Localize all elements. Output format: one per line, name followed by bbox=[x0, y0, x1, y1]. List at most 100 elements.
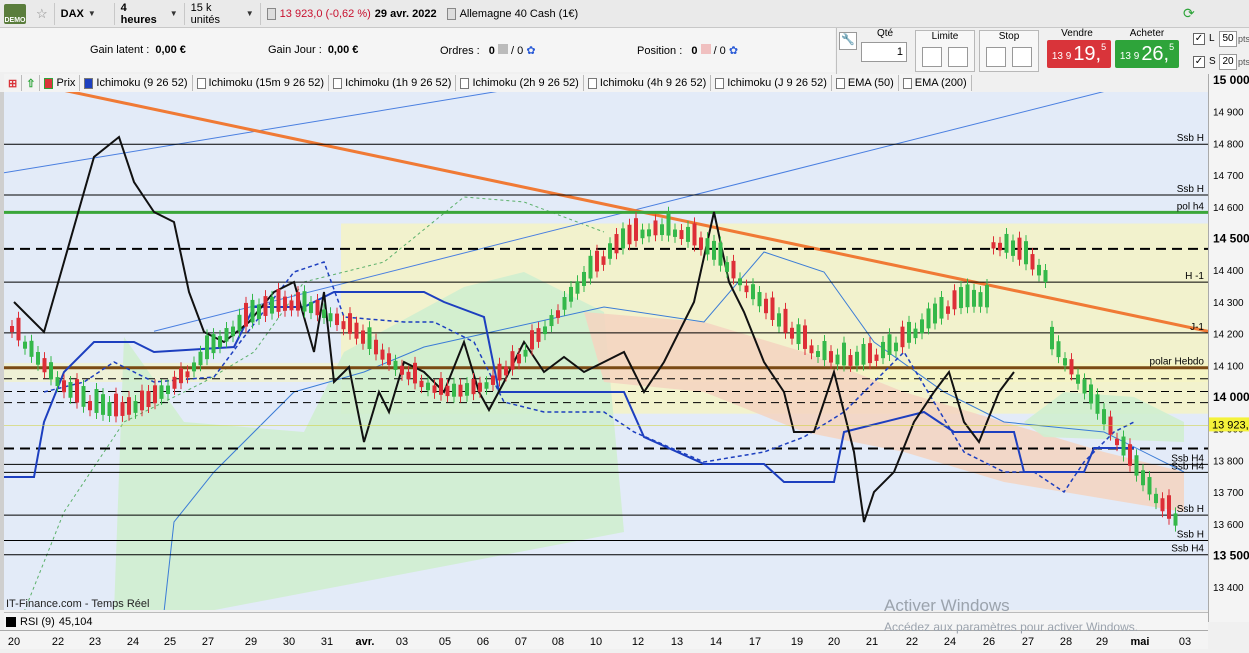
legend-item-ichimoku-15m[interactable]: Ichimoku (15m 9 26 52) bbox=[193, 75, 330, 91]
l-checkbox[interactable]: ✓ bbox=[1193, 33, 1205, 45]
stop-sell-button[interactable] bbox=[1012, 47, 1032, 67]
candle-body-86 bbox=[569, 286, 573, 302]
candle-body-68 bbox=[452, 383, 456, 397]
favorite-icon[interactable]: ☆ bbox=[30, 2, 55, 25]
candle-body-77 bbox=[510, 351, 515, 370]
candle-body-61 bbox=[406, 371, 411, 380]
candle-body-87 bbox=[575, 281, 580, 294]
legend-label: Ichimoku (J 9 26 52) bbox=[727, 77, 827, 89]
s-input[interactable]: 20 bbox=[1219, 54, 1237, 70]
candle-body-164 bbox=[1076, 374, 1080, 384]
units-selector[interactable]: 15 k unités ▼ bbox=[185, 2, 261, 26]
candle-body-91 bbox=[601, 256, 606, 265]
refresh-icon[interactable]: ⟳ bbox=[1183, 5, 1201, 23]
x-tick-label: 10 bbox=[590, 636, 602, 648]
stop-buy-button[interactable] bbox=[986, 47, 1006, 67]
y-tick-label: 13 400 bbox=[1213, 583, 1244, 594]
candle-body-117 bbox=[770, 297, 775, 320]
legend-item-ema50[interactable]: EMA (50) bbox=[832, 75, 899, 91]
buy-button[interactable]: 13 9 26, 5 bbox=[1115, 40, 1179, 68]
limit-buy-button[interactable] bbox=[922, 47, 942, 67]
add-indicator-button[interactable]: ⊞ bbox=[4, 75, 23, 91]
candle-body-46 bbox=[309, 301, 313, 314]
legend-item-ichimoku[interactable]: Ichimoku (9 26 52) bbox=[80, 75, 193, 91]
candle-body-141 bbox=[926, 308, 931, 329]
alert-icon[interactable] bbox=[266, 7, 276, 20]
checkbox-icon bbox=[902, 77, 912, 89]
candle-body-47 bbox=[315, 299, 320, 316]
settings-icon[interactable]: ✿ bbox=[526, 45, 535, 57]
legend-item-price[interactable]: Prix bbox=[40, 75, 81, 91]
price-chart[interactable]: Ssb H Ssb H pol h4 H -1 J-1 polar Hebdo Ssb H4… bbox=[4, 92, 1208, 610]
position-icon bbox=[700, 44, 711, 54]
candle-body-114 bbox=[751, 284, 755, 300]
legend-item-ichimoku-1h[interactable]: Ichimoku (1h 9 26 52) bbox=[329, 75, 457, 91]
y-tick-label: 14 500 bbox=[1213, 232, 1249, 246]
candle-body-131 bbox=[861, 343, 866, 365]
candle-body-156 bbox=[1024, 241, 1028, 265]
candle-body-118 bbox=[777, 313, 781, 327]
price-swatch-icon bbox=[44, 77, 54, 89]
candle-body-135 bbox=[887, 334, 892, 355]
chart-svg[interactable]: Ssb H Ssb H pol h4 H -1 J-1 polar Hebdo Ssb H4… bbox=[4, 92, 1208, 610]
rsi-value: 45,104 bbox=[58, 615, 93, 628]
legend-item-ema200[interactable]: EMA (200) bbox=[899, 75, 972, 91]
quote-info: 13 923,0 (-0,62 %) 29 avr. 2022 Allemagn… bbox=[261, 3, 585, 25]
qty-input[interactable]: 1 bbox=[861, 42, 907, 62]
legend-item-ichimoku-2h[interactable]: Ichimoku (2h 9 26 52) bbox=[456, 75, 584, 91]
candle-body-177 bbox=[1160, 498, 1165, 512]
candle-body-18 bbox=[127, 397, 131, 415]
ordres[interactable]: Ordres : 0 / 0 ✿ bbox=[440, 44, 536, 57]
candle-body-174 bbox=[1141, 470, 1145, 486]
legend-item-ichimoku-j[interactable]: Ichimoku (J 9 26 52) bbox=[711, 75, 832, 91]
candle-body-17 bbox=[120, 402, 125, 416]
x-tick-label: 31 bbox=[321, 636, 333, 648]
ordres-label: Ordres : bbox=[440, 45, 480, 57]
sell-price-big: 19, bbox=[1073, 43, 1102, 65]
candle-body-172 bbox=[1128, 444, 1132, 466]
sell-button[interactable]: 13 9 19, 5 bbox=[1047, 40, 1111, 68]
collapse-button[interactable]: ⇧ bbox=[22, 75, 41, 91]
y-tick-label: 14 400 bbox=[1213, 266, 1244, 277]
y-tick-label: 13 600 bbox=[1213, 520, 1244, 531]
candle-body-113 bbox=[744, 285, 749, 293]
candle-body-103 bbox=[679, 230, 684, 240]
instrument-selector[interactable]: DAX ▼ bbox=[55, 2, 115, 25]
x-tick-label: 20 bbox=[8, 636, 20, 648]
s-checkbox[interactable]: ✓ bbox=[1193, 56, 1205, 68]
buy-price-sup: 5 bbox=[1169, 42, 1175, 52]
candle-body-34 bbox=[231, 326, 235, 337]
rsi-label: RSI (9) bbox=[20, 615, 55, 628]
candle-body-127 bbox=[835, 354, 840, 365]
candle-body-73 bbox=[484, 382, 489, 389]
candle-body-88 bbox=[582, 271, 586, 286]
y-axis[interactable]: 15 000 14 900 14 800 14 700 14 600 14 500 14 4… bbox=[1208, 73, 1249, 622]
candle-body-27 bbox=[185, 371, 190, 378]
limit-sell-button[interactable] bbox=[948, 47, 968, 67]
wrench-icon[interactable]: 🔧 bbox=[839, 32, 857, 50]
candle-body-40 bbox=[270, 296, 274, 314]
l-input[interactable]: 50 bbox=[1219, 31, 1237, 47]
candle-body-72 bbox=[478, 382, 482, 392]
y-tick-label: 13 500 bbox=[1213, 549, 1249, 563]
candle-body-155 bbox=[1017, 237, 1022, 260]
level-label-12: Ssb H4 bbox=[1171, 544, 1204, 555]
x-tick-label: 23 bbox=[89, 636, 101, 648]
candle-body-123 bbox=[809, 345, 814, 354]
timeframe-selector[interactable]: 4 heures ▼ bbox=[115, 2, 185, 26]
demo-badge-icon: DEMO bbox=[4, 3, 26, 24]
candle-body-122 bbox=[803, 325, 807, 349]
candle-body-28 bbox=[192, 362, 196, 372]
candle-body-109 bbox=[718, 242, 723, 266]
candle-body-168 bbox=[1102, 409, 1106, 425]
position[interactable]: Position : 0 / 0 ✿ bbox=[637, 44, 738, 57]
candle-body-128 bbox=[842, 342, 846, 366]
data-source-label: IT-Finance.com - Temps Réel bbox=[6, 598, 150, 610]
legend-item-ichimoku-4h[interactable]: Ichimoku (4h 9 26 52) bbox=[584, 75, 712, 91]
settings-icon[interactable]: ✿ bbox=[729, 45, 738, 57]
level-label-2: pol h4 bbox=[1177, 201, 1205, 212]
candle-body-111 bbox=[731, 260, 736, 279]
candle-body-145 bbox=[952, 290, 957, 310]
candle-body-62 bbox=[413, 362, 417, 384]
buy-label: Acheter bbox=[1129, 28, 1165, 39]
